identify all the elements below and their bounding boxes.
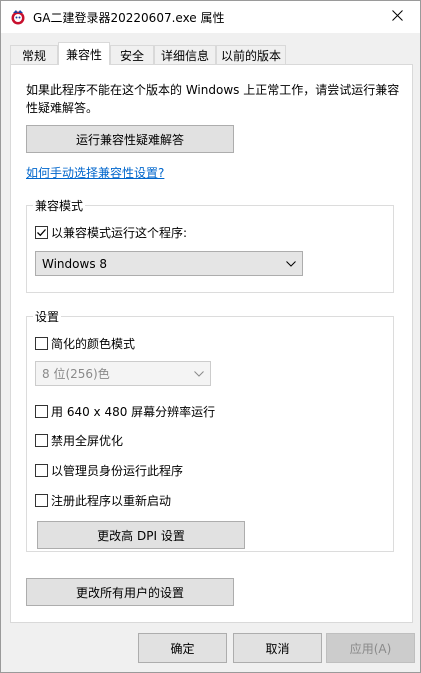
disable-fullscreen-row[interactable]: 禁用全屏优化 xyxy=(35,432,123,449)
color-mode-value: 8 位(256)色 xyxy=(42,367,110,381)
properties-window: GA二建登录器20220607.exe 属性 常规 兼容性 安全 详细信息 以前… xyxy=(0,0,421,673)
color-mode-select[interactable]: 8 位(256)色 xyxy=(35,361,211,386)
title-bar: GA二建登录器20220607.exe 属性 xyxy=(1,1,420,33)
app-icon xyxy=(10,9,26,25)
chevron-down-icon xyxy=(286,252,296,275)
run-640-row[interactable]: 用 640 x 480 屏幕分辨率运行 xyxy=(35,403,215,420)
tab-previous-versions[interactable]: 以前的版本 xyxy=(216,45,286,65)
compatibility-panel: 如果此程序不能在这个版本的 Windows 上正常工作，请尝试运行兼容性疑难解答… xyxy=(10,64,413,623)
intro-text: 如果此程序不能在这个版本的 Windows 上正常工作，请尝试运行兼容性疑难解答… xyxy=(26,83,400,115)
change-all-users-button[interactable]: 更改所有用户的设置 xyxy=(26,578,234,606)
disable-fullscreen-checkbox[interactable] xyxy=(35,434,48,447)
tab-strip: 常规 兼容性 安全 详细信息 以前的版本 xyxy=(10,42,410,65)
run-640-label: 用 640 x 480 屏幕分辨率运行 xyxy=(51,405,216,419)
tab-details[interactable]: 详细信息 xyxy=(154,45,216,65)
run-as-admin-row[interactable]: 以管理员身份运行此程序 xyxy=(35,462,183,479)
settings-group: 设置 简化的颜色模式 8 位(256)色 用 640 x 480 屏幕分辨率运行… xyxy=(26,308,394,552)
window-title: GA二建登录器20220607.exe 属性 xyxy=(33,11,225,25)
tab-compatibility[interactable]: 兼容性 xyxy=(58,42,110,65)
close-icon xyxy=(391,10,403,24)
run-as-admin-label: 以管理员身份运行此程序 xyxy=(51,464,184,478)
settings-group-label: 设置 xyxy=(33,308,62,325)
run-as-admin-checkbox[interactable] xyxy=(35,464,48,477)
compat-mode-checkbox[interactable] xyxy=(35,226,48,239)
checkmark-icon xyxy=(37,229,46,237)
tab-security[interactable]: 安全 xyxy=(110,45,154,65)
compat-mode-group: 兼容模式 以兼容模式运行这个程序: Windows 8 xyxy=(26,197,394,293)
manual-settings-link[interactable]: 如何手动选择兼容性设置? xyxy=(26,164,164,181)
compat-mode-checkbox-label: 以兼容模式运行这个程序: xyxy=(51,226,188,240)
run-640-checkbox[interactable] xyxy=(35,405,48,418)
reduced-color-label: 简化的颜色模式 xyxy=(51,337,136,351)
cancel-button[interactable]: 取消 xyxy=(233,633,322,663)
reduced-color-row[interactable]: 简化的颜色模式 xyxy=(35,335,135,352)
chevron-down-icon xyxy=(194,362,204,385)
reduced-color-checkbox[interactable] xyxy=(35,337,48,350)
register-restart-row[interactable]: 注册此程序以重新启动 xyxy=(35,492,171,509)
compat-mode-checkbox-row[interactable]: 以兼容模式运行这个程序: xyxy=(35,224,187,241)
tab-general[interactable]: 常规 xyxy=(10,45,58,65)
ok-button[interactable]: 确定 xyxy=(138,633,227,663)
os-version-value: Windows 8 xyxy=(42,256,108,271)
apply-button[interactable]: 应用(A) xyxy=(326,633,415,663)
register-restart-label: 注册此程序以重新启动 xyxy=(51,494,172,508)
register-restart-checkbox[interactable] xyxy=(35,494,48,507)
disable-fullscreen-label: 禁用全屏优化 xyxy=(51,434,124,448)
os-version-select[interactable]: Windows 8 xyxy=(35,251,303,276)
close-button[interactable] xyxy=(374,1,420,33)
compat-mode-label: 兼容模式 xyxy=(33,197,86,214)
run-troubleshooter-button[interactable]: 运行兼容性疑难解答 xyxy=(26,125,234,153)
change-dpi-button[interactable]: 更改高 DPI 设置 xyxy=(37,521,245,549)
